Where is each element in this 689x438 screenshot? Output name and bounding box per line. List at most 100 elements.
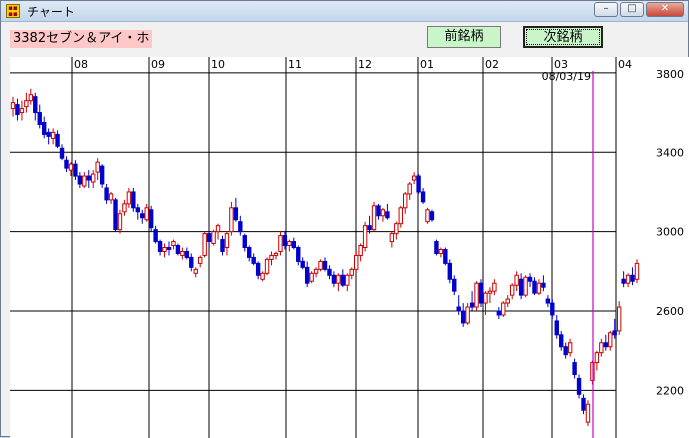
candle-body-down [77, 175, 83, 185]
month-label: 02 [485, 58, 499, 71]
candle-body-down [206, 233, 212, 243]
candle-body-down [443, 248, 448, 264]
candle-body-down [242, 235, 247, 248]
maximize-icon[interactable]: □ [620, 2, 644, 17]
close-icon[interactable]: ✕ [646, 2, 684, 17]
month-label: 09 [151, 58, 165, 71]
cursor-date-label: 08/03/19 [542, 70, 591, 83]
month-label: 10 [211, 58, 225, 71]
candle-body-down [64, 159, 69, 169]
candle-body-up [68, 163, 74, 171]
candle-body-up [180, 250, 185, 256]
candle-body-down [376, 205, 381, 217]
next-stock-button[interactable]: 次銘柄 [523, 26, 603, 48]
candle-body-up [229, 207, 234, 233]
candle-body-up [82, 175, 87, 187]
candle-body-up [126, 191, 132, 205]
candle-body-down [541, 282, 546, 288]
candle-body-down [73, 163, 78, 177]
month-label: 12 [358, 58, 372, 71]
y-tick-label: 3000 [656, 226, 684, 239]
candle-body-up [411, 175, 417, 181]
candle-body-up [380, 209, 386, 217]
candle-body-up [215, 225, 221, 233]
candle-body-down [189, 256, 194, 268]
candle-body-up [599, 342, 604, 354]
candle-body-up [318, 260, 323, 270]
candle-body-up [260, 272, 265, 280]
candle-body-up [309, 272, 314, 282]
candle-body-down [113, 199, 118, 231]
candle-body-down [300, 260, 305, 268]
month-label: 01 [420, 58, 434, 71]
candle-body-down [153, 229, 158, 243]
candle-body-down [247, 247, 252, 258]
candle-body-up [608, 332, 613, 348]
chart-grid [10, 57, 617, 438]
y-tick-label: 2200 [656, 384, 684, 397]
stock-name-label: 3382セブン＆アイ・ホ [10, 30, 153, 48]
candle-body-up [407, 183, 412, 195]
candle-body-down [166, 247, 172, 250]
title-bar[interactable]: ▪▪ ▪▪ チャート – □ ✕ [1, 1, 688, 22]
candle-body-down [282, 235, 288, 247]
candle-body-down [603, 342, 608, 348]
candle-body-up [398, 207, 403, 225]
candle-body-up [273, 252, 279, 256]
candle-body-up [505, 298, 510, 304]
candle-body-up [371, 205, 377, 231]
month-label: 04 [618, 58, 632, 71]
candle-body-down [327, 268, 332, 276]
candle-body-down [550, 302, 555, 316]
candlestick-chart: 2200260030003400380008 09 10 11 12 01 02 03 0408… [10, 57, 684, 438]
candle-body-down [447, 262, 453, 280]
prev-stock-button[interactable]: 前銘柄 [427, 26, 501, 48]
candle-body-down [59, 147, 65, 159]
candle-body-down [33, 96, 38, 114]
candle-body-down [456, 306, 461, 312]
candle-body-down [385, 211, 390, 219]
candle-body-up [95, 161, 100, 173]
candle-body-down [131, 191, 136, 209]
chart-app-icon: ▪▪ ▪▪ [6, 4, 20, 18]
candle-body-up [198, 256, 203, 264]
candle-body-down [322, 260, 328, 270]
candle-body-down [175, 245, 181, 254]
candle-body-down [157, 241, 163, 252]
candle-body-up [193, 268, 198, 274]
candle-body-up [465, 306, 470, 324]
candle-body-up [122, 203, 127, 213]
candle-body-up [24, 100, 29, 108]
candle-body-up [91, 173, 96, 183]
chart-area[interactable]: 2200 2600 3000 3400 3800 08 09 10 11 12 01 02 03 04 08… [10, 57, 689, 438]
y-tick-label: 2600 [656, 305, 684, 318]
candle-body-down [559, 334, 564, 348]
candle-body-up [269, 254, 274, 260]
candle-body-up [19, 108, 25, 114]
candle-body-down [55, 133, 60, 147]
candle-body-up [287, 241, 292, 247]
candle-body-up [514, 274, 519, 286]
candle-body-down [532, 280, 537, 294]
candle-body-down [416, 175, 421, 193]
y-tick-label: 3800 [656, 68, 684, 81]
candle-body-up [278, 235, 283, 252]
candle-body-down [238, 221, 243, 233]
candle-body-down [148, 209, 154, 229]
candle-body-up [358, 245, 363, 256]
candle-body-up [625, 274, 631, 284]
candle-body-up [117, 213, 123, 231]
candle-body-up [594, 352, 600, 364]
minimize-icon[interactable]: – [594, 2, 618, 17]
candle-body-down [545, 298, 551, 304]
candle-body-down [518, 278, 524, 296]
candle-body-up [171, 241, 176, 247]
y-tick-label: 3400 [656, 146, 684, 159]
candle-body-down [86, 175, 91, 181]
candle-body-up [585, 403, 591, 423]
candle-body-up [313, 268, 319, 274]
candle-body-down [420, 191, 426, 203]
candle-body-down [304, 266, 310, 284]
candle-body-up [483, 292, 488, 304]
candle-body-down [527, 276, 533, 282]
